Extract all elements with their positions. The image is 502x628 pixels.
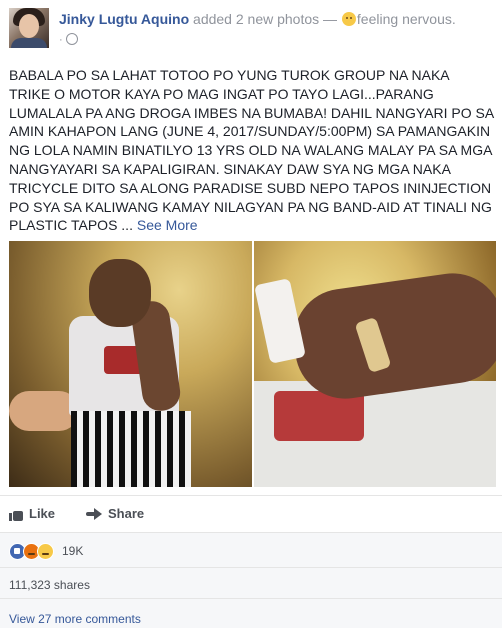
photo-arm-bandaid[interactable] <box>254 241 496 487</box>
post-text: BABALA PO SA LAHAT TOTOO PO YUNG TUROK G… <box>9 66 495 235</box>
photo-cloth-tie <box>254 278 306 364</box>
reactions-bar: 19K <box>0 532 502 567</box>
post-headline: Jinky Lugtu Aquino added 2 new photos — … <box>59 11 456 27</box>
post-text-line: BABALA PO SA LAHAT TOTOO PO YUNG TUROK G… <box>9 67 450 83</box>
photo-striped-shorts <box>71 411 191 487</box>
post-text-line: NG LOLA NAMIN BINATILYO 13 YRS OLD NA WA… <box>9 142 493 159</box>
like-button[interactable]: Like <box>9 506 55 521</box>
photo-head <box>89 259 151 327</box>
post-actions: Like Share <box>0 495 502 533</box>
share-button[interactable]: Share <box>86 506 144 521</box>
post-text-line: AMIN KAHAPON LANG (JUNE 4, 2017/SUNDAY/5… <box>9 123 491 140</box>
post-header: Jinky Lugtu Aquino added 2 new photos — … <box>0 0 502 60</box>
avatar[interactable] <box>9 8 49 48</box>
post-text-line: NANGYAYARI SA KAPALIGIRAN. SINAKAY DAW S… <box>9 160 451 177</box>
post-text-line: TRICYCLE DITO SA ALONG PARADISE SUBD NEP… <box>9 179 492 196</box>
reaction-icons[interactable] <box>9 543 54 560</box>
post-text-line: PO SYA SA KALIWANG KAMAY NILAGYAN PA NG … <box>9 198 492 215</box>
share-label: Share <box>108 506 145 521</box>
globe-icon[interactable] <box>65 33 78 45</box>
post-text-line: LUMALALA PA ANG DROGA IMBES NA BUMABA! D… <box>9 104 495 121</box>
author-name[interactable]: Jinky Lugtu Aquino <box>59 11 189 27</box>
post-meta: · <box>59 33 78 46</box>
like-label: Like <box>29 506 56 521</box>
post-text-line: TRIKE O MOTOR KAYA PO MAG INGAT PO TAYO … <box>9 85 434 102</box>
comments-bar: View 27 more comments <box>0 598 502 628</box>
reaction-count[interactable]: 19K <box>62 544 83 558</box>
photo-shirt-print <box>274 391 364 441</box>
meta-separator: · <box>59 34 63 46</box>
feeling-text: feeling nervous. <box>356 11 456 27</box>
shares-count[interactable]: 111,323 shares <box>9 578 90 592</box>
like-icon <box>9 507 23 521</box>
action-text: added 2 new photos — <box>189 11 341 27</box>
post-text-line: PLASTIC TAPOS ... <box>9 217 137 234</box>
photo-boy-covering-face[interactable] <box>9 241 252 487</box>
view-more-comments-link[interactable]: View 27 more comments <box>9 612 141 626</box>
see-more-link[interactable]: See More <box>137 217 198 233</box>
post-text-line-last: PLASTIC TAPOS ... See More <box>9 216 495 235</box>
sad-reaction-icon <box>37 543 54 560</box>
feeling-nervous-emoji <box>341 12 356 26</box>
share-icon <box>86 507 102 520</box>
photo-grid <box>9 241 496 487</box>
shares-bar: 111,323 shares <box>0 567 502 599</box>
